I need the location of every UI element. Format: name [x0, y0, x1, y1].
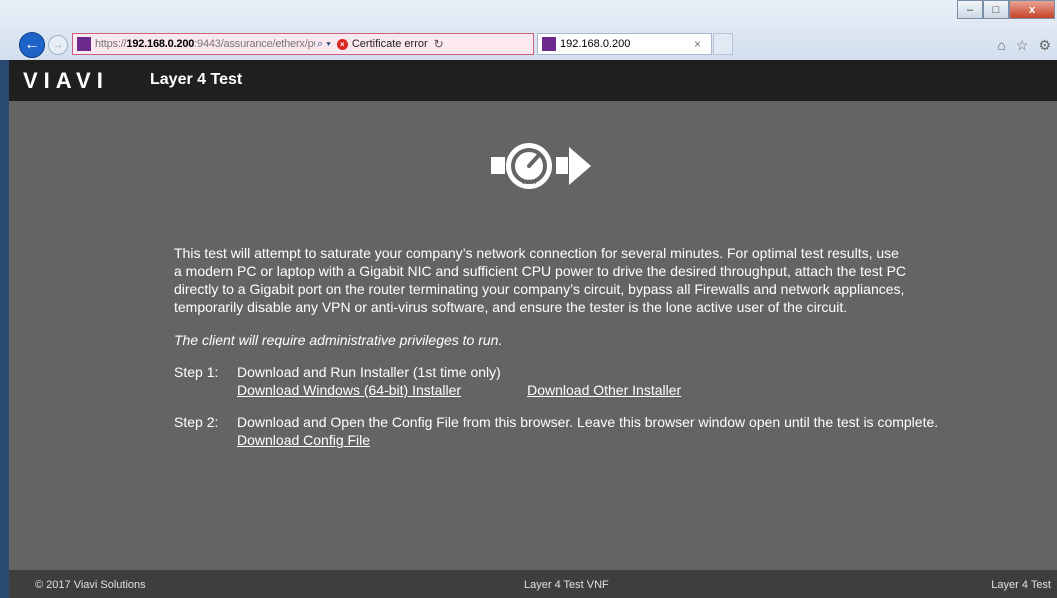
download-config-file-link[interactable]: Download Config File — [237, 431, 370, 449]
maximize-button[interactable]: □ — [983, 0, 1009, 19]
site-favicon-icon — [77, 37, 91, 51]
certificate-error-button[interactable]: × Certificate error — [336, 38, 428, 50]
url-text[interactable]: https://192.168.0.200:9443/assurance/eth… — [95, 38, 315, 50]
step-2: Step 2: Download and Open the Config Fil… — [174, 413, 1054, 449]
tab-active[interactable]: 192.168.0.200 × — [537, 33, 712, 55]
dropdown-icon: ▾ — [326, 37, 331, 50]
settings-gear-icon[interactable]: ⚙ — [1038, 37, 1051, 54]
step-1-label: Step 1: — [174, 364, 219, 380]
hero-badge-text: VIAVI — [521, 180, 537, 186]
tab-favicon-icon — [542, 37, 556, 51]
instructions: This test will attempt to saturate your … — [174, 244, 1054, 449]
tab-close-icon[interactable]: × — [694, 37, 701, 51]
close-button[interactable]: x — [1009, 0, 1055, 19]
back-arrow-icon: ← — [24, 36, 40, 53]
home-icon[interactable]: ⌂ — [997, 37, 1005, 54]
back-button[interactable]: ← — [19, 32, 45, 58]
step-2-label: Step 2: — [174, 414, 219, 430]
intro-paragraph: This test will attempt to saturate your … — [174, 245, 907, 315]
certificate-error-label: Certificate error — [351, 38, 428, 50]
step-1: Step 1: Download and Run Installer (1st … — [174, 363, 1054, 399]
favorites-icon[interactable]: ☆ — [1016, 37, 1029, 54]
address-bar[interactable]: https://192.168.0.200:9443/assurance/eth… — [72, 33, 534, 55]
tab-title: 192.168.0.200 — [560, 38, 631, 50]
url-host: 192.168.0.200 — [126, 38, 195, 50]
browser-tools: ⌂ ☆ ⚙ — [997, 37, 1051, 54]
forward-arrow-icon: → — [52, 39, 64, 51]
window-controls: – □ x — [957, 0, 1055, 19]
admin-note: The client will require administrative p… — [174, 332, 503, 348]
step-1-text: Download and Run Installer (1st time onl… — [237, 364, 501, 380]
download-other-installer-link[interactable]: Download Other Installer — [527, 381, 681, 399]
footer-title: Layer 4 Test — [991, 579, 1051, 591]
forward-button[interactable]: → — [48, 35, 68, 55]
page-title: Layer 4 Test — [150, 71, 243, 88]
url-path: :9443/assurance/etherx/public/#/test?sha… — [194, 38, 315, 50]
viavi-logo: VIAVI — [23, 69, 109, 91]
speedometer-arrow-icon: VIAVI — [491, 143, 591, 189]
browser-chrome: ← → https://192.168.0.200:9443/assurance… — [0, 0, 1057, 60]
main-content: VIAVI This test will attempt to saturate… — [9, 101, 1057, 570]
refresh-icon[interactable]: ↻ — [434, 37, 444, 51]
footer-copyright: © 2017 Viavi Solutions — [35, 579, 146, 591]
url-scheme: https:// — [95, 38, 127, 50]
download-windows-installer-link[interactable]: Download Windows (64-bit) Installer — [237, 381, 461, 399]
window-left-edge — [0, 60, 9, 598]
footer: © 2017 Viavi Solutions Layer 4 Test VNF … — [9, 570, 1057, 598]
new-tab-button[interactable] — [713, 33, 733, 55]
logo-text: VIAVI — [23, 69, 109, 91]
browser-window: ← → https://192.168.0.200:9443/assurance… — [0, 0, 1057, 598]
search-glyph: ⌕ — [317, 37, 324, 50]
error-icon: × — [336, 38, 348, 50]
search-icon[interactable]: ⌕ ▾ — [317, 38, 331, 51]
footer-product: Layer 4 Test VNF — [524, 579, 609, 591]
app-header: VIAVI Layer 4 Test — [9, 60, 1057, 101]
minimize-button[interactable]: – — [957, 0, 983, 19]
step-2-text: Download and Open the Config File from t… — [237, 414, 939, 430]
